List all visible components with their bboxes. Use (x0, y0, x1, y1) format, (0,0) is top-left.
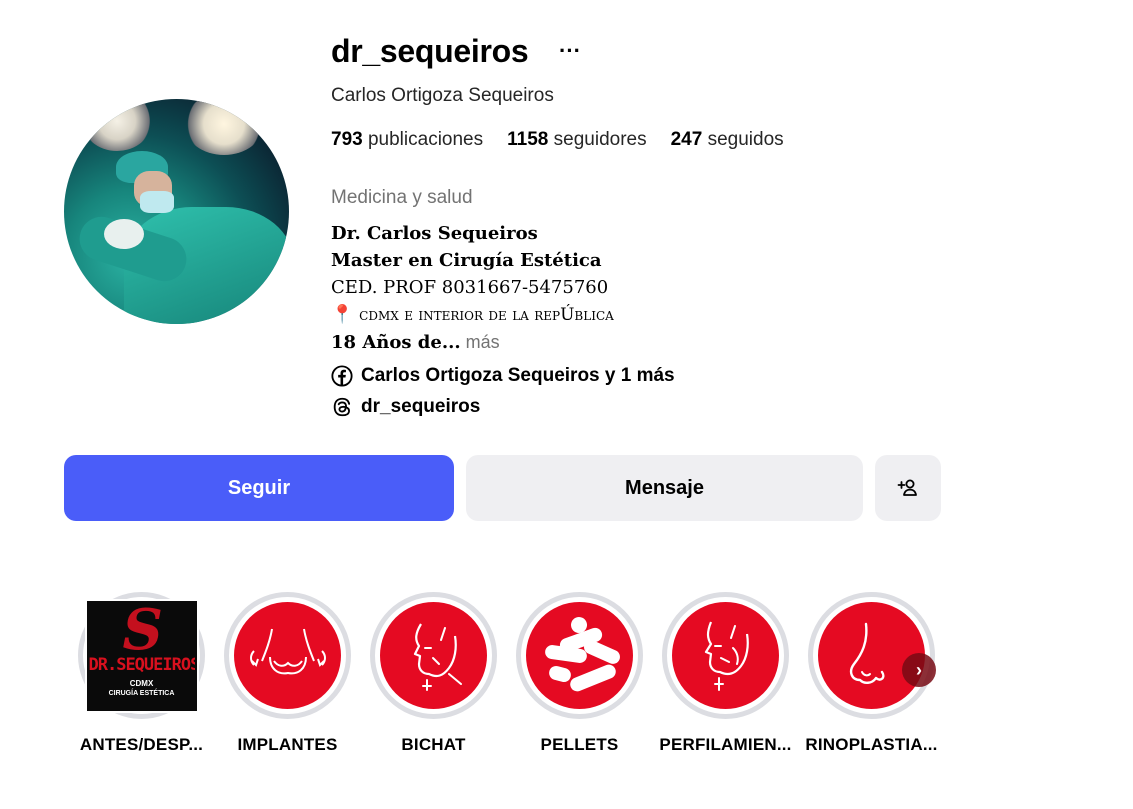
highlight-pellets[interactable]: PELLETS (516, 592, 643, 755)
highlight-disc (526, 602, 633, 709)
highlight-label: ANTES/DESP... (79, 735, 204, 754)
highlights-next-button[interactable]: › (902, 653, 936, 687)
bio-location-text: cdmx e interior de la repÚblica (359, 305, 614, 325)
profile-avatar[interactable] (64, 99, 289, 324)
highlight-label: RINOPLASTIA... (805, 735, 938, 754)
bio-line-years: 18 Años de... más (331, 329, 614, 356)
highlight-perfilamiento[interactable]: PERFILAMIEN... (659, 592, 792, 755)
bio-years-text: 18 Años de... (331, 332, 461, 353)
posts-label: publicaciones (367, 129, 484, 150)
highlight-disc (672, 602, 779, 709)
threads-icon (333, 397, 351, 417)
highlight-ring (224, 592, 351, 719)
highlight-disc (380, 602, 487, 709)
add-person-icon (897, 479, 917, 496)
highlight-implantes[interactable]: IMPLANTES (224, 592, 351, 755)
profile-username: dr_sequeiros (331, 33, 529, 69)
followers-label: seguidores (553, 129, 647, 150)
following-stat[interactable]: 247 seguidos (671, 129, 784, 151)
pin-icon: 📍 (331, 304, 354, 325)
logo-s-mark: S (122, 600, 163, 663)
surgeon-glove (104, 219, 144, 249)
following-label: seguidos (707, 129, 784, 150)
surgical-lamp (184, 99, 264, 155)
highlight-rinoplastia[interactable]: › RINOPLASTIA... (805, 592, 938, 755)
highlight-label: PELLETS (540, 735, 619, 754)
bio-line-cedula: CED. PROF 8031667-5475760 (331, 277, 609, 298)
face-contour-icon (704, 621, 749, 691)
profile-bio: Dr. Carlos Sequeiros Master en Cirugía E… (331, 220, 614, 356)
following-count: 247 (670, 129, 703, 150)
posts-count: 793 (331, 129, 363, 150)
threads-link-text: dr_sequeiros (361, 396, 481, 417)
logo-city-text: CDMX (129, 678, 154, 688)
highlight-disc (234, 602, 341, 709)
highlight-antes-despues[interactable]: S DR.SEQUEIROS CDMX CIRUGÍA ESTÉTICA ANT… (78, 592, 205, 755)
bio-line-master: Master en Cirugía Estética (331, 250, 602, 271)
facebook-link[interactable]: Carlos Ortigoza Sequeiros y 1 más (331, 365, 675, 387)
follow-button[interactable]: Seguir (64, 455, 454, 521)
posts-stat: 793 publicaciones (331, 129, 483, 151)
highlight-bichat[interactable]: BICHAT (370, 592, 497, 755)
bio-line-name: Dr. Carlos Sequeiros (331, 223, 538, 244)
profile-full-name: Carlos Ortigoza Sequeiros (331, 85, 554, 106)
bio-more-link[interactable]: más (461, 332, 500, 352)
bio-line-location: 📍 cdmx e interior de la repÚblica (331, 301, 614, 329)
nose-icon (849, 622, 885, 684)
followers-count: 1158 (507, 129, 549, 150)
message-button[interactable]: Mensaje (466, 455, 863, 521)
highlight-ring (516, 592, 643, 719)
highlight-ring: › (808, 592, 936, 719)
followers-stat[interactable]: 1158 seguidores (507, 129, 646, 151)
logo-specialty-text: CIRUGÍA ESTÉTICA (108, 689, 175, 697)
highlight-label: IMPLANTES (237, 735, 338, 754)
facebook-icon (331, 365, 353, 387)
face-profile-icon (413, 622, 462, 691)
highlight-ring (662, 592, 789, 719)
more-options-icon[interactable]: ··· (559, 38, 581, 64)
surgeon-mask (140, 191, 174, 213)
story-highlights: S DR.SEQUEIROS CDMX CIRUGÍA ESTÉTICA ANT… (78, 592, 938, 755)
threads-link[interactable]: dr_sequeiros (331, 396, 480, 418)
dr-sequeiros-logo-icon: S DR.SEQUEIROS CDMX CIRUGÍA ESTÉTICA (84, 598, 199, 713)
pellets-icon (544, 616, 620, 691)
highlight-ring: S DR.SEQUEIROS CDMX CIRUGÍA ESTÉTICA (78, 592, 205, 719)
profile-category: Medicina y salud (331, 187, 473, 208)
logo-name-text: DR.SEQUEIROS (88, 654, 197, 675)
surgical-lamp (82, 99, 152, 151)
highlight-ring (370, 592, 497, 719)
highlight-label: PERFILAMIEN... (659, 735, 792, 754)
facebook-link-text: Carlos Ortigoza Sequeiros y 1 más (361, 365, 675, 386)
profile-stats: 793 publicaciones 1158 seguidores 247 se… (331, 129, 784, 151)
breast-implant-icon (249, 628, 326, 674)
suggested-accounts-button[interactable] (875, 455, 941, 521)
highlight-label: BICHAT (401, 735, 466, 754)
